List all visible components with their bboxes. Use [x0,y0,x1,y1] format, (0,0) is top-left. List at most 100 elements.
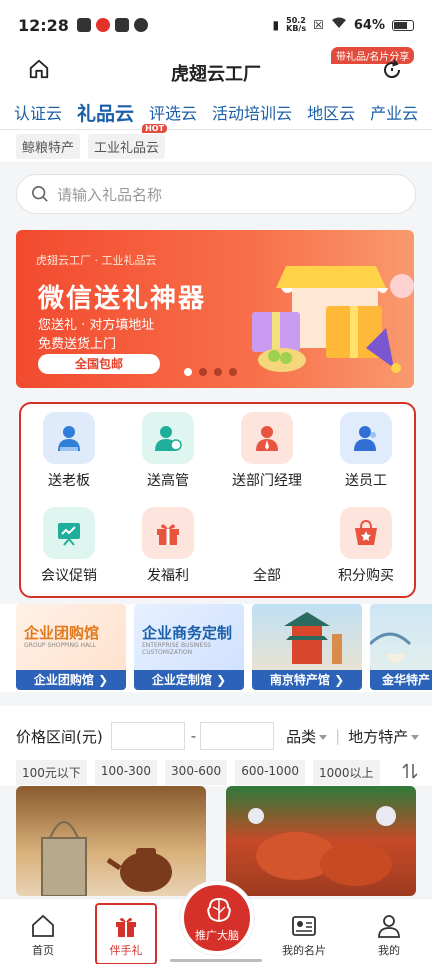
vibrate-icon: ▮ [272,18,280,32]
price-dash: - [190,727,197,745]
wifi-icon [331,16,347,34]
app-screen: 12:28 ▮ 50.2 KB/s ☒ 64% 虎翅云工厂 带礼品/名片分享 认… [0,0,432,964]
banner-title: 微信送礼神器 [38,284,207,314]
nav-my-card[interactable]: 我的名片 [274,913,334,958]
user-icon [378,915,400,938]
subtab-industrial-gift[interactable]: 工业礼品云 HOT [88,123,168,159]
refresh-icon[interactable] [380,58,404,82]
local-specialty-dropdown[interactable]: 地方特产 [348,726,420,747]
category-dropdown[interactable]: 品类 [286,726,328,747]
banner-line1: 您送礼 · 对方填地址 [38,318,155,333]
status-right: ▮ 50.2 KB/s ☒ 64% [273,16,414,34]
grid-item-meeting[interactable]: 会议促销 [21,507,117,585]
pavilion-cards: 企业团购馆 GROUP SHOPPING HALL 企业团购馆 ❯ 企业商务定制… [0,604,432,692]
banner-subtitle: 虎翅云工厂 · 工业礼品云 [36,254,157,267]
category-tabs: 认证云礼品云评选云活动培训云地区云产业云智 [0,94,432,130]
price-chip[interactable]: 600-1000 [235,760,305,785]
card-custom[interactable]: 企业商务定制 ENTERPRISE BUSINESS CUSTOMIZATION… [134,604,244,690]
carousel-dot[interactable] [199,368,207,376]
manager-icon [241,412,293,464]
grid-label: 送部门经理 [232,473,302,489]
tea-set-image [41,821,172,896]
fan-icon [133,18,148,32]
all-icon-placeholder [241,507,293,559]
grid-item-all[interactable]: 全部 [219,507,315,585]
weibo-icon [95,18,110,32]
tab-0[interactable]: 认证云 [14,100,62,124]
search-input[interactable]: 请输入礼品名称 [16,174,416,214]
gift-box-icon [142,507,194,559]
product-card-tea-set[interactable] [16,786,206,896]
card-button[interactable]: 南京特产馆 ❯ [252,670,362,690]
grid-label: 发福利 [147,568,189,584]
card-button[interactable]: 金华特产 [370,670,432,690]
tab-2[interactable]: 评选云 [149,100,197,124]
carousel-dot[interactable] [184,368,192,376]
price-max-input[interactable] [200,722,275,750]
chevron-down-icon [411,734,420,740]
tab-3[interactable]: 活动培训云 [212,100,292,124]
subtab-industrial-gift-label: 工业礼品云 [94,140,160,156]
nav-profile[interactable]: 我的 [359,913,419,958]
grid-label: 会议促销 [41,568,97,584]
battery-icon [392,19,414,31]
filter-panel: 价格区间(元) - 品类 | 地方特产 100元以下 100-300 300-600… [0,706,432,786]
card-subtitle: ENTERPRISE BUSINESS CUSTOMIZATION [142,642,211,656]
nav-home[interactable]: 首页 [13,913,73,958]
price-chip[interactable]: 100-300 [94,760,158,785]
grid-item-manager[interactable]: 送部门经理 [219,412,315,490]
grid-item-boss[interactable]: 送老板 [21,412,117,490]
crab-image [248,806,396,886]
net-speed: 50.2 KB/s [286,16,307,33]
price-chip-row: 100元以下 100-300 300-600 600-1000 1000以上 [16,760,380,785]
card-icon [292,916,316,936]
product-card-crab[interactable] [226,786,416,896]
tab-5[interactable]: 产业云 [370,100,418,124]
executive-icon [142,412,194,464]
grid-item-welfare[interactable]: 发福利 [120,507,216,585]
price-min-input[interactable] [110,722,185,750]
card-jinhua[interactable]: 金华特产 [370,604,432,690]
card-title: 企业商务定制 [142,624,233,642]
sort-icon[interactable] [402,762,418,784]
grid-item-points[interactable]: 积分购买 [318,507,414,585]
nav-label: 首页 [32,944,54,957]
price-chip[interactable]: 1000以上 [312,760,380,785]
grid-label: 积分购买 [338,568,394,584]
card-nanjing[interactable]: 南京特产馆 ❯ [252,604,362,690]
banner-button[interactable]: 全国包邮 [38,354,160,374]
home-indicator[interactable] [170,959,262,962]
card-button[interactable]: 企业定制馆 ❯ [134,670,244,690]
card-button-label: 金华特产 [382,673,431,687]
promo-banner[interactable]: 虎翅云工厂 · 工业礼品云 微信送礼神器 您送礼 · 对方填地址 免费送货上门 … [16,230,414,388]
app-notification-icon [76,18,91,32]
card-button-label: 企业定制馆 [151,673,212,687]
tiktok-icon [114,18,129,32]
price-chip[interactable]: 100元以下 [16,760,87,785]
chevron-down-icon [319,734,328,740]
bridge-illustration [370,632,412,662]
local-label: 地方特产 [348,727,409,746]
category-label: 品类 [286,727,317,746]
card-button[interactable]: 企业团购馆 ❯ [16,670,126,690]
boss-icon [43,412,95,464]
nav-promotion-brain[interactable]: 推广大脑 [180,881,254,955]
carousel-dot[interactable] [229,368,237,376]
carousel-dot[interactable] [214,368,222,376]
subtab-jingliang[interactable]: 鲸粮特产 [16,133,81,159]
divider: | [335,727,341,745]
price-filter-row: 价格区间(元) - 品类 | 地方特产 [16,722,420,750]
status-time: 12:28 [18,15,69,35]
nav-gift[interactable]: 伴手礼 [96,913,156,958]
tab-4[interactable]: 地区云 [307,100,355,124]
tab-1[interactable]: 礼品云 [77,99,134,130]
grid-item-executive[interactable]: 送高管 [120,412,216,490]
grid-item-employee[interactable]: 送员工 [318,412,414,490]
pagoda-illustration [284,612,342,664]
price-chip[interactable]: 300-600 [165,760,228,785]
card-group-buy[interactable]: 企业团购馆 GROUP SHOPPING HALL 企业团购馆 ❯ [16,604,126,690]
grid-label: 送高管 [147,473,189,489]
nav-label: 伴手礼 [109,944,143,957]
banner-line2: 免费送货上门 [38,337,117,352]
grid-label: 全部 [253,568,281,584]
